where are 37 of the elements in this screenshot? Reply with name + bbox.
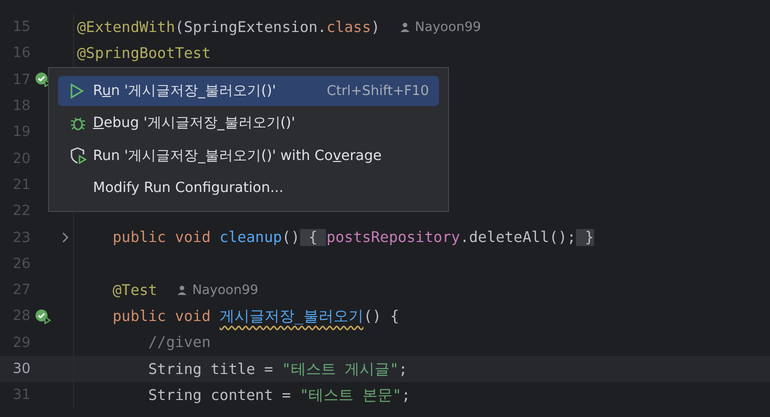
code-token: (SpringExtension.	[175, 18, 326, 36]
play-icon	[70, 82, 84, 99]
folded-code: {	[300, 229, 326, 246]
code-token: "테스트 본문"	[300, 386, 402, 405]
code-token: @Test	[112, 282, 158, 299]
code-token: 게시글저장_불러오기	[220, 306, 364, 326]
code-token: public void	[112, 229, 212, 246]
line-number: 30	[12, 361, 31, 377]
menu-item[interactable]: Modify Run Configuration...	[58, 174, 439, 203]
person-icon	[400, 22, 410, 32]
test-passed-icon[interactable]	[34, 308, 51, 324]
author-hint: Nayoon99	[192, 282, 258, 298]
code-token: //given	[147, 334, 211, 352]
menu-item[interactable]: Debug '게시글저장_불러오기()'	[58, 108, 439, 138]
code-token: ;	[401, 386, 410, 404]
code-token: postsRepository	[326, 229, 460, 246]
shield-play-icon	[70, 147, 87, 164]
folded-code: }	[576, 229, 594, 246]
code-token: class	[326, 18, 371, 36]
code-token: public void	[112, 308, 212, 325]
code-token: @ExtendWith	[77, 18, 175, 36]
author-hint: Nayoon99	[414, 20, 481, 35]
code-token: "테스트 게시글"	[282, 360, 399, 378]
bug-icon	[70, 115, 86, 132]
code-token: cleanup	[220, 229, 282, 246]
expand-icon[interactable]	[62, 232, 69, 244]
code-token: ()	[282, 229, 300, 246]
code-token: @SpringBootTest	[77, 44, 211, 62]
code-token: ;	[398, 360, 408, 378]
menu-item[interactable]: Run '게시글저장_불러오기()' with Coverage	[58, 141, 439, 170]
person-icon	[177, 285, 188, 296]
code-token: String content =	[147, 386, 292, 404]
code-token: () {	[363, 308, 400, 325]
code-token: )	[371, 18, 380, 36]
code-token: String title =	[147, 360, 274, 378]
code-token: .deleteAll();	[460, 229, 576, 246]
menu-item[interactable]: Run '게시글저장_불러오기()' Ctrl+Shift+F10	[58, 76, 439, 106]
